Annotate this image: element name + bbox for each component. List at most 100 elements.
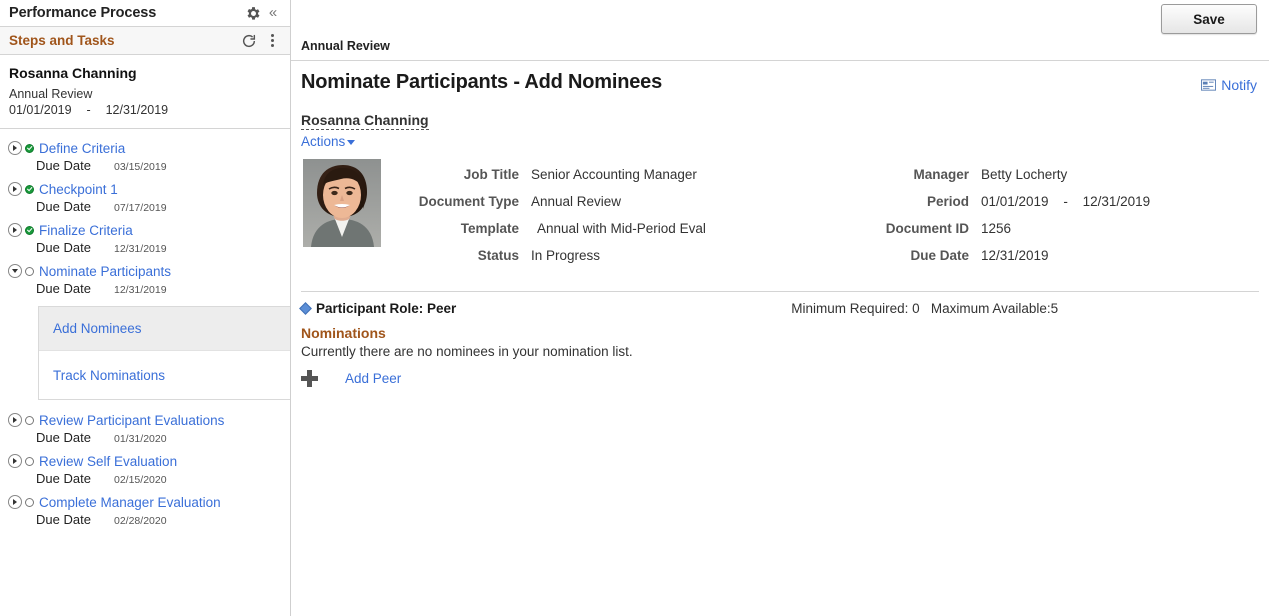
field-value: Annual with Mid-Period Eval (531, 221, 706, 236)
task-due-row: Due Date 02/15/2020 (8, 471, 290, 492)
field-period: Period 01/01/2019 - 12/31/2019 (831, 194, 1231, 221)
sidebar-period-end: 12/31/2019 (106, 103, 169, 117)
sidebar-period-separator: - (72, 102, 106, 118)
task-header[interactable]: Complete Manager Evaluation (8, 492, 290, 512)
diamond-bullet-icon (299, 302, 312, 315)
more-options-icon[interactable] (264, 31, 280, 51)
status-pending-icon (25, 267, 34, 276)
period-start: 01/01/2019 (981, 194, 1049, 209)
field-label: Manager (831, 167, 981, 182)
status-pending-icon (25, 498, 34, 507)
field-value-period: 01/01/2019 - 12/31/2019 (981, 194, 1150, 209)
chevron-right-icon[interactable] (8, 182, 22, 196)
status-complete-icon (25, 226, 34, 235)
field-manager: Manager Betty Locherty (831, 167, 1231, 194)
field-value: 12/31/2019 (981, 248, 1049, 263)
sidebar-person-period: 01/01/2019-12/31/2019 (9, 102, 290, 118)
task-due-label: Due Date (36, 199, 114, 214)
chevron-right-icon[interactable] (8, 413, 22, 427)
chevron-right-icon[interactable] (8, 141, 22, 155)
field-document-type: Document Type Annual Review (381, 194, 831, 221)
collapse-sidebar-icon[interactable]: « (264, 3, 282, 23)
add-peer-row[interactable]: Add Peer (291, 359, 1269, 387)
plus-icon[interactable] (301, 370, 318, 387)
field-template: Template Annual with Mid-Period Eval (381, 221, 831, 248)
main-toolbar: Save (291, 0, 1269, 38)
add-peer-link[interactable]: Add Peer (345, 371, 401, 386)
task-due-row: Due Date 07/17/2019 (8, 199, 290, 220)
task-due-date: 12/31/2019 (114, 284, 167, 296)
nominations-heading: Nominations (291, 316, 1269, 341)
status-complete-icon (25, 144, 34, 153)
task-item: Review Self Evaluation Due Date 02/15/20… (0, 451, 290, 492)
sidebar-task-review-participant-evaluations[interactable]: Review Participant Evaluations (39, 413, 224, 428)
subtask-label[interactable]: Track Nominations (53, 368, 165, 383)
chevron-right-icon[interactable] (8, 495, 22, 509)
employee-detail-row: Job Title Senior Accounting Manager Docu… (301, 159, 1269, 275)
gear-icon[interactable] (242, 2, 264, 24)
avatar (303, 159, 381, 247)
actions-label: Actions (301, 134, 345, 149)
chevron-right-icon[interactable] (8, 223, 22, 237)
task-due-date: 12/31/2019 (114, 243, 167, 255)
task-header[interactable]: Review Self Evaluation (8, 451, 290, 471)
sidebar-task-define-criteria[interactable]: Define Criteria (39, 141, 125, 156)
task-due-date: 01/31/2020 (114, 433, 167, 445)
sidebar-task-nominate-participants[interactable]: Nominate Participants (39, 264, 171, 279)
field-job-title: Job Title Senior Accounting Manager (381, 167, 831, 194)
task-item: Finalize Criteria Due Date 12/31/2019 (0, 220, 290, 261)
field-value: 1256 (981, 221, 1011, 236)
sidebar-task-review-self-evaluation[interactable]: Review Self Evaluation (39, 454, 177, 469)
field-status: Status In Progress (381, 248, 831, 275)
task-item: Complete Manager Evaluation Due Date 02/… (0, 492, 290, 533)
task-header[interactable]: Review Participant Evaluations (8, 410, 290, 430)
breadcrumb-label: Annual Review (301, 39, 390, 53)
employee-name-link[interactable]: Rosanna Channing (301, 112, 429, 130)
task-header[interactable]: Finalize Criteria (8, 220, 290, 240)
participant-role-row: Participant Role: Peer Minimum Required:… (291, 292, 1269, 316)
task-item: Review Participant Evaluations Due Date … (0, 410, 290, 451)
notify-label[interactable]: Notify (1221, 77, 1257, 93)
steps-tasks-header: Steps and Tasks (0, 27, 290, 55)
task-due-row: Due Date 12/31/2019 (8, 240, 290, 261)
sidebar-task-checkpoint-1[interactable]: Checkpoint 1 (39, 182, 118, 197)
notify-button[interactable]: Notify (1201, 77, 1257, 93)
task-due-label: Due Date (36, 281, 114, 296)
status-pending-icon (25, 416, 34, 425)
task-list: Define Criteria Due Date 03/15/2019 Chec… (0, 129, 290, 533)
caret-down-icon (347, 140, 355, 145)
subtask-label[interactable]: Add Nominees (53, 321, 142, 336)
actions-dropdown[interactable]: Actions (301, 134, 1269, 149)
sidebar-header: Performance Process « (0, 0, 290, 27)
employee-fields-right: Manager Betty Locherty Period 01/01/2019… (831, 159, 1231, 275)
field-label: Job Title (381, 167, 531, 182)
sidebar-task-complete-manager-evaluation[interactable]: Complete Manager Evaluation (39, 495, 221, 510)
envelope-icon (1201, 79, 1216, 91)
subtask-list: Add Nominees Track Nominations (38, 306, 290, 400)
task-header[interactable]: Define Criteria (8, 138, 290, 158)
participant-role-label: Participant Role: Peer (316, 301, 456, 316)
sidebar-subitem-add-nominees[interactable]: Add Nominees (39, 307, 290, 351)
task-header[interactable]: Nominate Participants (8, 261, 290, 281)
task-header[interactable]: Checkpoint 1 (8, 179, 290, 199)
field-value: Betty Locherty (981, 167, 1067, 182)
nominations-empty-message: Currently there are no nominees in your … (291, 341, 1269, 359)
field-due-date: Due Date 12/31/2019 (831, 248, 1231, 275)
task-due-date: 03/15/2019 (114, 161, 167, 173)
task-item: Nominate Participants Due Date 12/31/201… (0, 261, 290, 400)
task-due-row: Due Date 01/31/2020 (8, 430, 290, 451)
main-content: Save Annual Review Nominate Participants… (291, 0, 1269, 616)
task-due-row: Due Date 02/28/2020 (8, 512, 290, 533)
field-label: Document ID (831, 221, 981, 236)
sidebar-task-finalize-criteria[interactable]: Finalize Criteria (39, 223, 133, 238)
chevron-down-icon[interactable] (8, 264, 22, 278)
refresh-icon[interactable] (238, 31, 260, 51)
sidebar-subitem-track-nominations[interactable]: Track Nominations (39, 351, 290, 399)
field-value: Annual Review (531, 194, 621, 209)
chevron-right-icon[interactable] (8, 454, 22, 468)
save-button[interactable]: Save (1161, 4, 1257, 34)
page-title: Nominate Participants - Add Nominees (301, 71, 1201, 94)
field-label: Document Type (381, 194, 531, 209)
employee-summary: Rosanna Channing Actions (291, 94, 1269, 275)
sidebar: Performance Process « Steps and Tasks Ro (0, 0, 291, 616)
